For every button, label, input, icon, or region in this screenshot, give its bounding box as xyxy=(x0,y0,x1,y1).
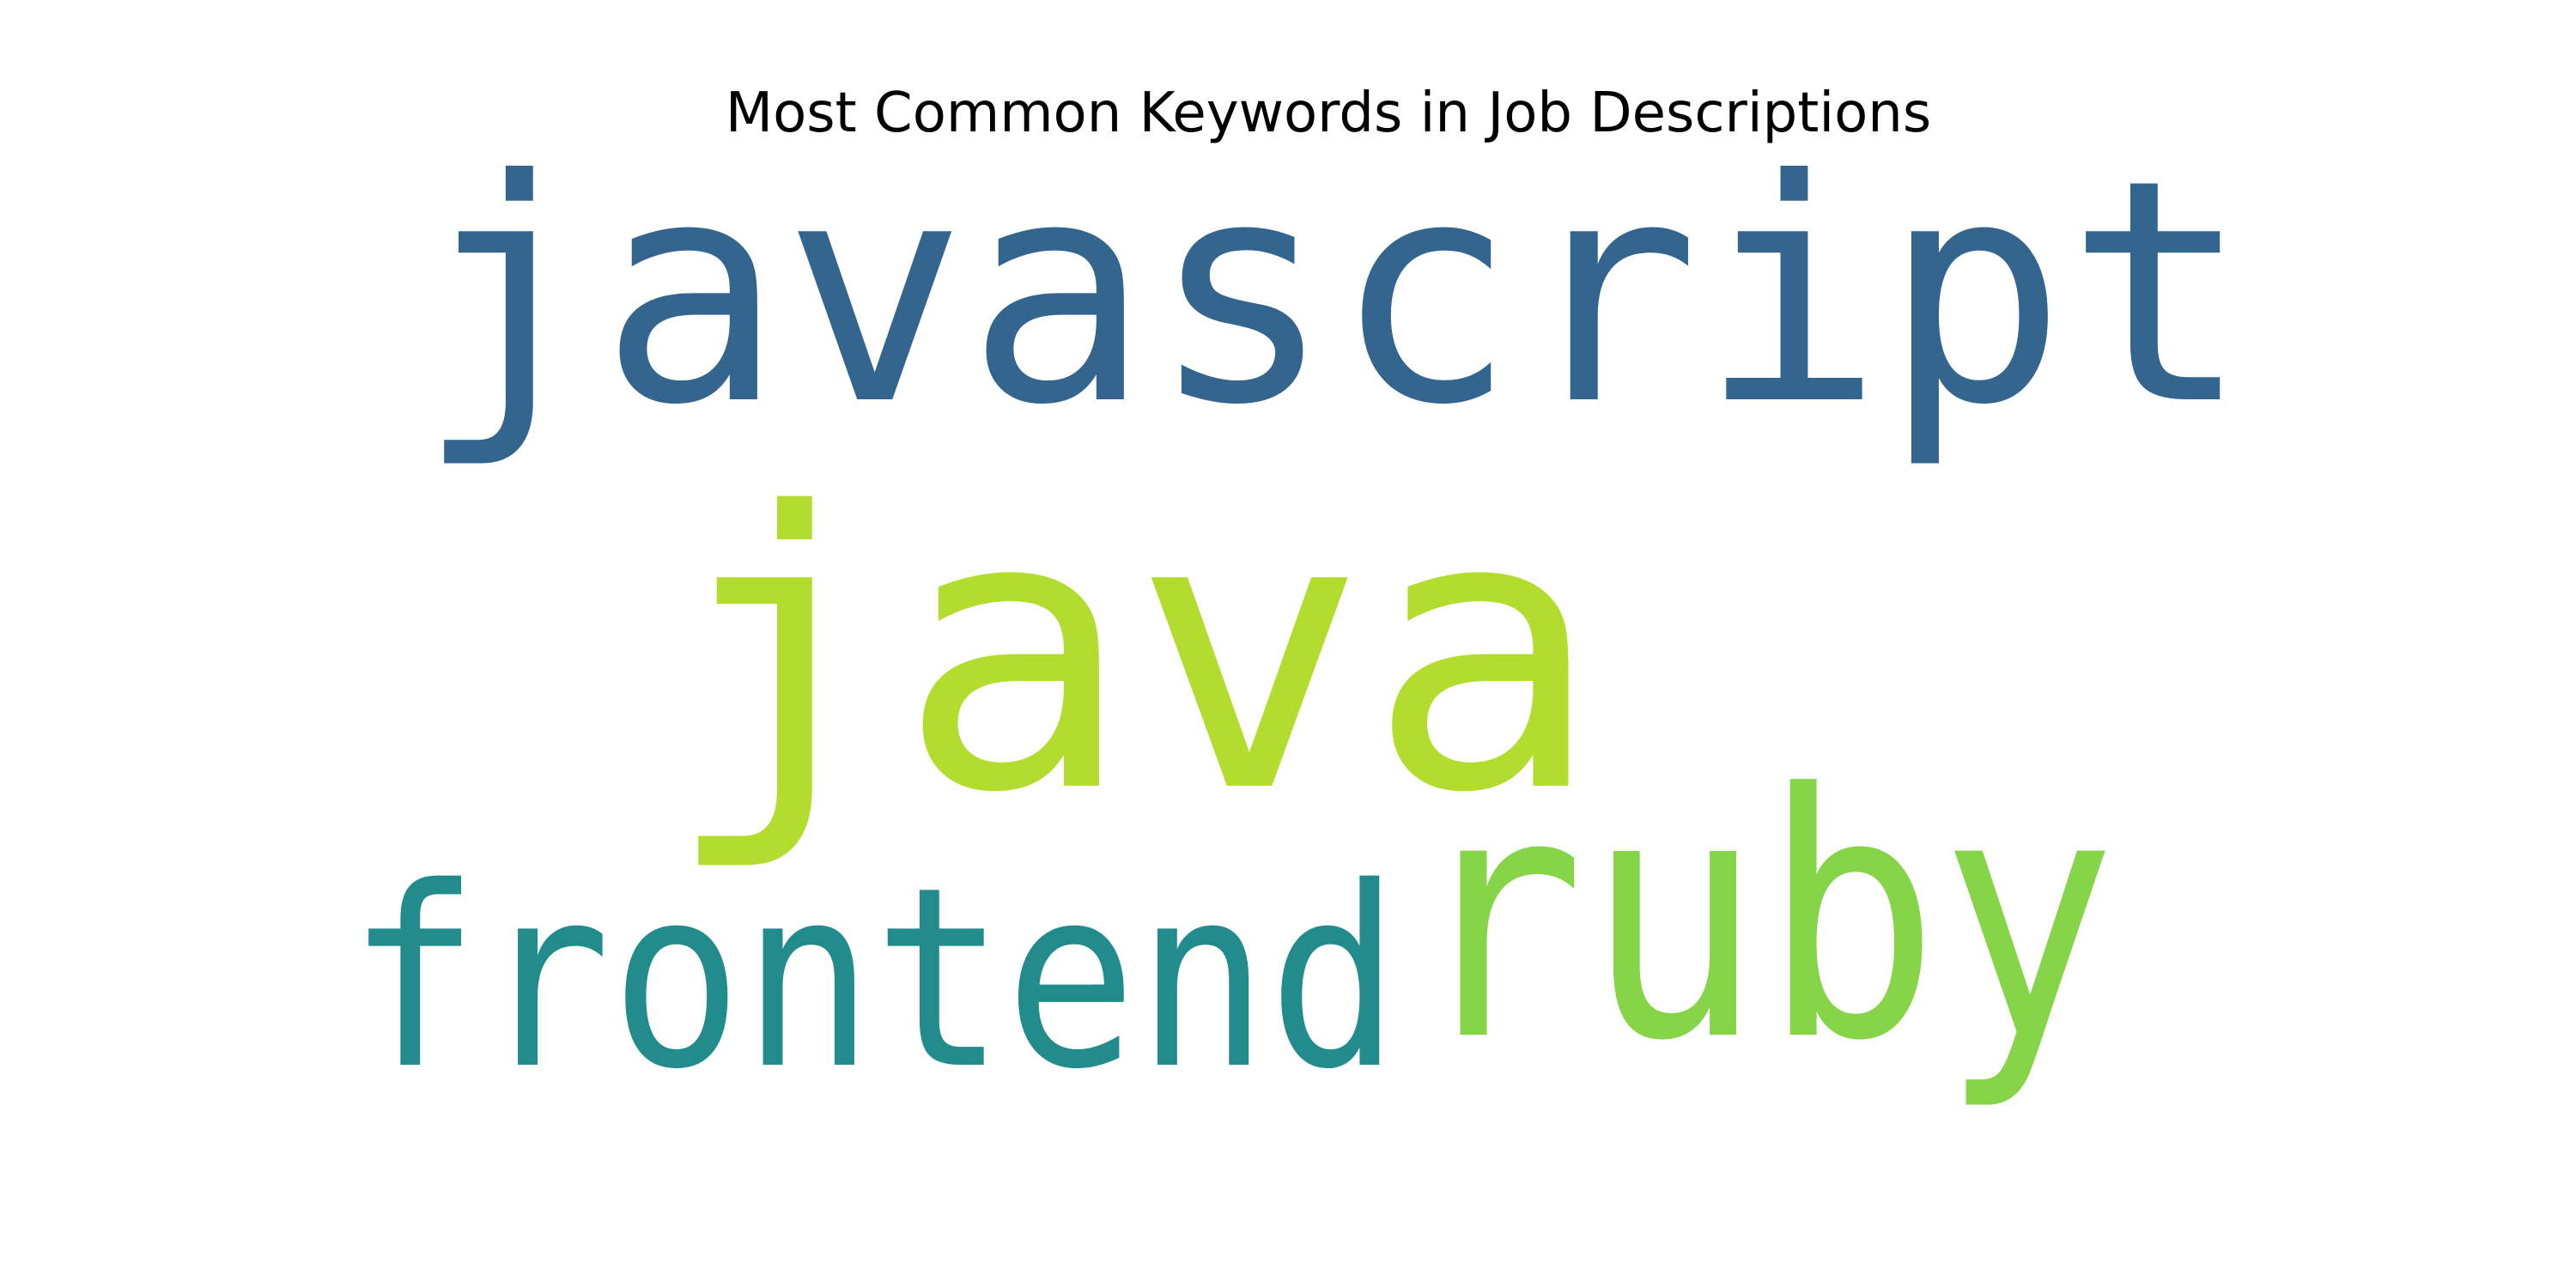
word-cloud-figure: Most Common Keywords in Job Descriptions… xyxy=(0,0,2576,1288)
word-cloud: javascriptjavarubyfrontend xyxy=(348,115,2250,1124)
word-frontend: frontend xyxy=(348,835,1400,1124)
word-ruby: ruby xyxy=(1408,723,2117,1115)
word-javascript: javascript xyxy=(416,115,2250,472)
